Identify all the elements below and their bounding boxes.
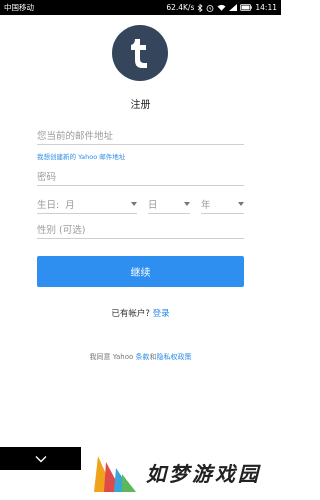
nav-bar xyxy=(0,447,81,470)
battery-icon xyxy=(240,4,253,11)
terms-line: 我同意 Yahoo 条款和隐私权政策 xyxy=(0,352,281,362)
birth-day-select[interactable]: 日 xyxy=(148,194,190,214)
create-yahoo-link[interactable]: 我想创建新的 Yahoo 邮件地址 xyxy=(37,151,125,161)
chevron-down-icon xyxy=(184,202,190,206)
login-link[interactable]: 登录 xyxy=(153,309,170,319)
password-field[interactable]: 密码 xyxy=(37,166,244,186)
gender-field[interactable]: 性别 (可选) xyxy=(37,219,244,239)
birthday-row: 生日: 月 日 年 xyxy=(37,194,244,214)
bluetooth-icon xyxy=(198,3,203,12)
wifi-icon xyxy=(217,4,226,11)
birth-year-select[interactable]: 年 xyxy=(201,194,244,214)
carrier-label: 中国移动 xyxy=(4,3,34,12)
password-placeholder: 密码 xyxy=(37,171,57,183)
chevron-down-icon xyxy=(131,202,137,206)
status-bar: 中国移动 62.4K/s 14:11 xyxy=(0,0,281,15)
day-placeholder: 日 xyxy=(148,199,158,211)
month-placeholder: 月 xyxy=(65,199,75,211)
page-title: 注册 xyxy=(130,100,151,111)
tumblr-t-icon xyxy=(131,39,147,68)
alarm-icon xyxy=(206,4,214,12)
continue-button[interactable]: 继续 xyxy=(37,256,244,287)
tumblr-logo xyxy=(112,25,168,81)
terms-link[interactable]: 条款 xyxy=(136,353,150,361)
status-indicators: 62.4K/s 14:11 xyxy=(166,3,277,12)
clock: 14:11 xyxy=(255,3,277,12)
birth-month-select[interactable]: 生日: 月 xyxy=(37,194,137,214)
watermark-logo-icon xyxy=(94,456,136,492)
network-speed: 62.4K/s xyxy=(166,3,195,12)
email-field[interactable]: 您当前的邮件地址 xyxy=(37,125,244,145)
privacy-link[interactable]: 隐私权政策 xyxy=(157,353,192,361)
gender-placeholder: 性别 (可选) xyxy=(37,224,86,236)
chevron-down-icon[interactable] xyxy=(35,455,47,463)
chevron-down-icon xyxy=(238,202,244,206)
have-account-text: 已有帐户? xyxy=(111,309,150,319)
watermark: 如梦游戏园 xyxy=(90,452,270,496)
terms-and: 和 xyxy=(149,353,157,361)
signal-icon xyxy=(229,4,238,11)
year-placeholder: 年 xyxy=(201,199,211,211)
birthday-label: 生日: xyxy=(37,199,60,211)
terms-prefix: 我同意 Yahoo xyxy=(89,353,136,361)
signin-prompt: 已有帐户? 登录 xyxy=(0,307,281,319)
email-placeholder: 您当前的邮件地址 xyxy=(37,130,114,142)
watermark-text: 如梦游戏园 xyxy=(146,462,261,486)
